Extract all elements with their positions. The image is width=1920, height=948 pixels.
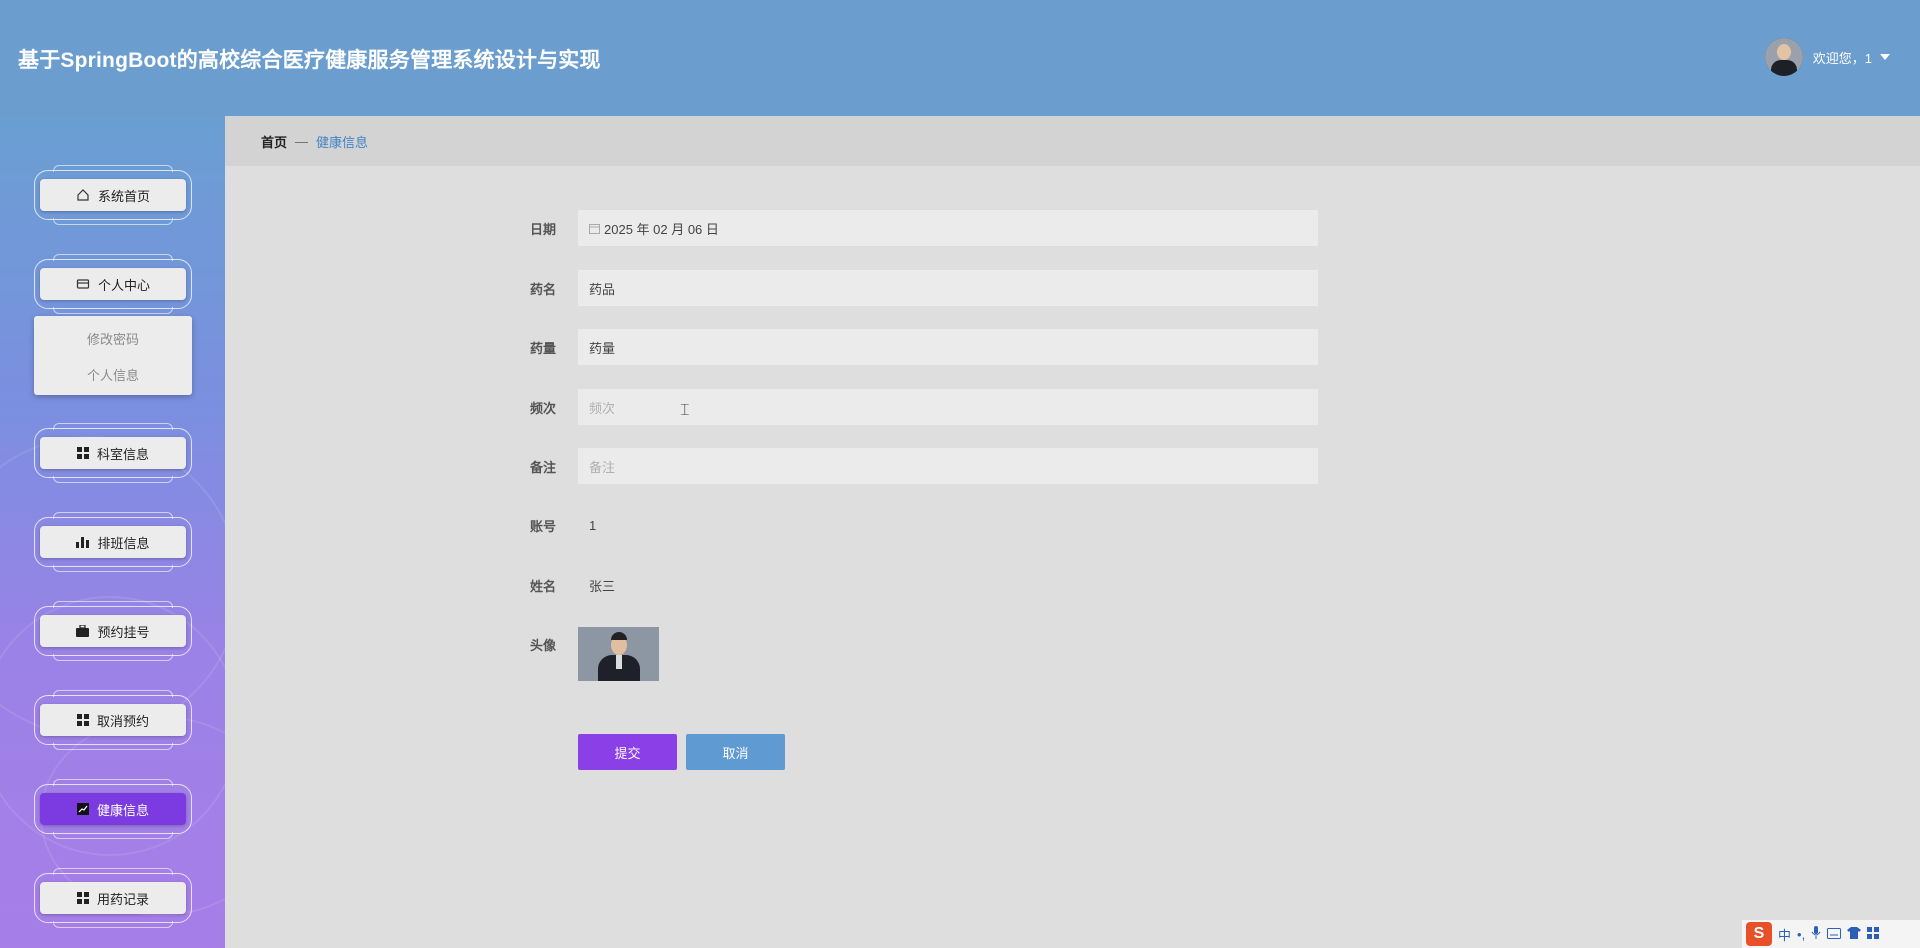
sidebar-button-cancel-appointment[interactable]: 取消预约 [40,704,186,736]
date-label: 日期 [530,221,557,237]
date-picker[interactable]: 2025 年 02 月 06 日 [578,210,1318,246]
sidebar-item-label: 健康信息 [96,802,149,818]
account-value: 1 [589,517,597,533]
apps-icon[interactable] [1867,926,1880,942]
breadcrumb-current: 健康信息 [316,134,369,150]
dosage-label: 药量 [530,340,557,356]
date-value: 2025 年 02 月 06 日 [604,221,719,237]
remark-label: 备注 [530,459,557,475]
text-cursor-icon: ⌶ [680,402,690,419]
sidebar-item-label: 个人中心 [97,277,150,293]
briefcase-icon [76,625,90,637]
breadcrumb-home[interactable]: 首页 [261,132,287,151]
sidebar-item-medication-record: 用药记录 [34,868,192,928]
submit-button[interactable]: 提交 [578,734,677,770]
sidebar-item-label: 预约挂号 [97,624,150,640]
sidebar-item-home: 系统首页 [34,165,192,225]
home-icon [76,188,90,202]
app-title: 基于SpringBoot的高校综合医疗健康服务管理系统设计与实现 [18,49,601,72]
grid-icon [76,892,89,904]
sogou-logo-icon[interactable]: S [1746,922,1772,946]
calendar-icon [589,223,600,234]
keyboard-icon[interactable] [1827,927,1842,942]
personal-center-submenu: 修改密码 个人信息 [34,316,192,395]
sidebar-item-label: 系统首页 [97,188,150,204]
name-value: 张三 [589,578,616,594]
remark-input[interactable]: 备注 [578,448,1318,484]
sidebar-item-label: 取消预约 [96,713,149,729]
sidebar-item-cancel-appointment: 取消预约 [34,690,192,750]
sidebar-item-personal-center: 个人中心 [34,254,192,314]
user-menu[interactable]: 欢迎您，1 [1764,38,1890,76]
submenu-personal-info[interactable]: 个人信息 [34,356,192,392]
drug-name-label: 药名 [530,281,557,297]
sidebar-item-label: 科室信息 [96,446,149,462]
microphone-icon[interactable] [1811,925,1821,943]
bar-chart-icon [76,536,90,548]
sidebar-button-schedule[interactable]: 排班信息 [40,526,186,558]
ime-mode[interactable]: 中 [1778,925,1791,944]
sidebar-item-schedule: 排班信息 [34,512,192,572]
breadcrumb-separator: — [295,133,309,149]
sidebar-item-health-info: 健康信息 [34,779,192,839]
ime-punctuation[interactable]: •, [1797,927,1805,942]
dosage-input[interactable]: 药量 [578,329,1318,365]
grid-icon [76,714,89,726]
drug-name-input[interactable]: 药品 [578,270,1318,306]
sidebar-button-appointment[interactable]: 预约挂号 [40,615,186,647]
sidebar-item-label: 排班信息 [97,535,150,551]
ime-toolbar: S 中 •, [1742,920,1920,948]
avatar-label: 头像 [530,638,557,653]
grid-icon [76,447,89,459]
sidebar-button-department[interactable]: 科室信息 [40,437,186,469]
skin-icon[interactable] [1847,926,1862,942]
sidebar-button-personal-center[interactable]: 个人中心 [40,268,186,300]
sidebar-button-health-info[interactable]: 健康信息 [40,793,186,825]
sidebar-item-label: 用药记录 [96,891,149,907]
sidebar-item-department: 科室信息 [34,423,192,483]
sidebar-button-medication-record[interactable]: 用药记录 [40,882,186,914]
avatar-image[interactable] [578,627,659,681]
sidebar-button-home[interactable]: 系统首页 [40,179,186,211]
wallet-icon [76,277,90,291]
caret-down-icon[interactable] [1880,54,1890,60]
cancel-button[interactable]: 取消 [686,734,785,770]
top-header: 基于SpringBoot的高校综合医疗健康服务管理系统设计与实现 欢迎您，1 [0,0,1920,116]
breadcrumb: 首页 — 健康信息 [225,116,1920,166]
avatar[interactable] [1764,38,1803,76]
sidebar-item-appointment: 预约挂号 [34,601,192,661]
welcome-text[interactable]: 欢迎您，1 [1813,48,1872,67]
line-chart-icon [76,803,89,815]
submenu-change-password[interactable]: 修改密码 [34,320,192,356]
account-label: 账号 [530,518,557,534]
name-label: 姓名 [530,578,557,594]
frequency-label: 频次 [530,400,557,416]
